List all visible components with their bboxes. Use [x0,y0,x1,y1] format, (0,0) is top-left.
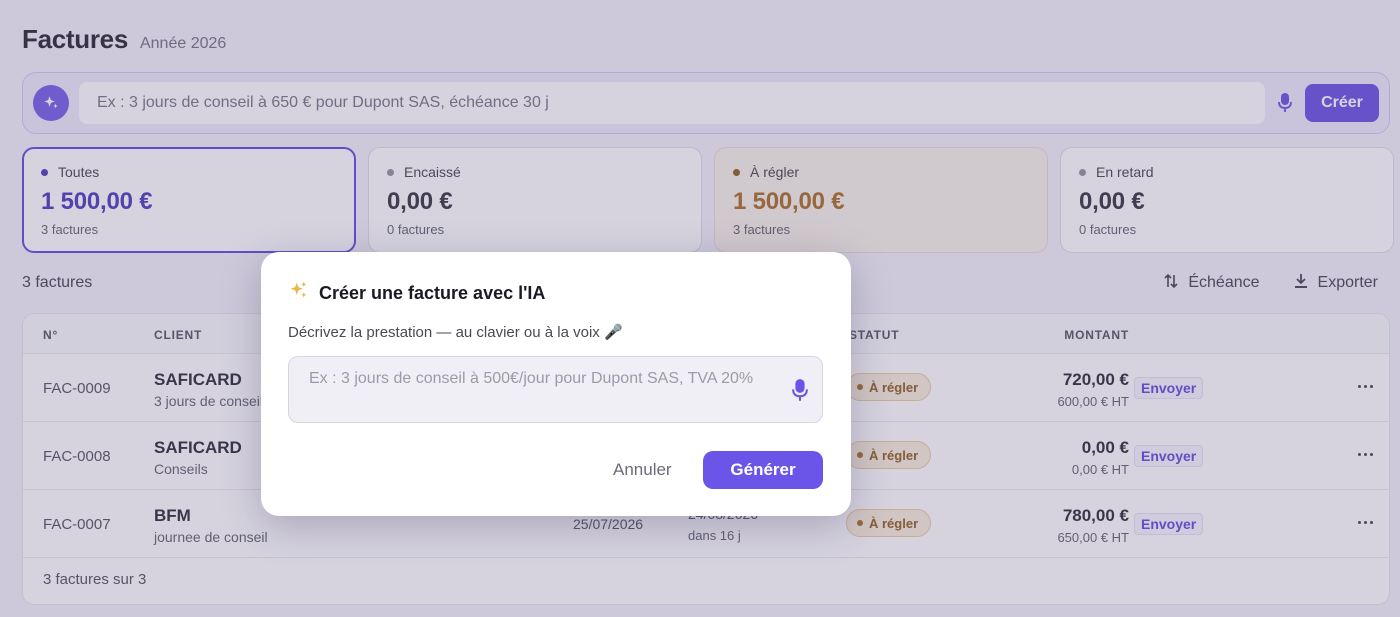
modal-header: Créer une facture avec l'IA [288,280,545,306]
mic-icon[interactable] [788,377,812,403]
generate-button[interactable]: Générer [703,451,823,489]
sparkles-icon [288,280,309,306]
modal-title: Créer une facture avec l'IA [319,282,546,303]
prompt-textarea[interactable] [289,357,779,422]
modal-description: Décrivez la prestation — au clavier ou à… [288,324,623,341]
prompt-field [288,356,823,423]
cancel-button[interactable]: Annuler [613,453,672,487]
ai-invoice-modal: Créer une facture avec l'IA Décrivez la … [261,252,851,516]
